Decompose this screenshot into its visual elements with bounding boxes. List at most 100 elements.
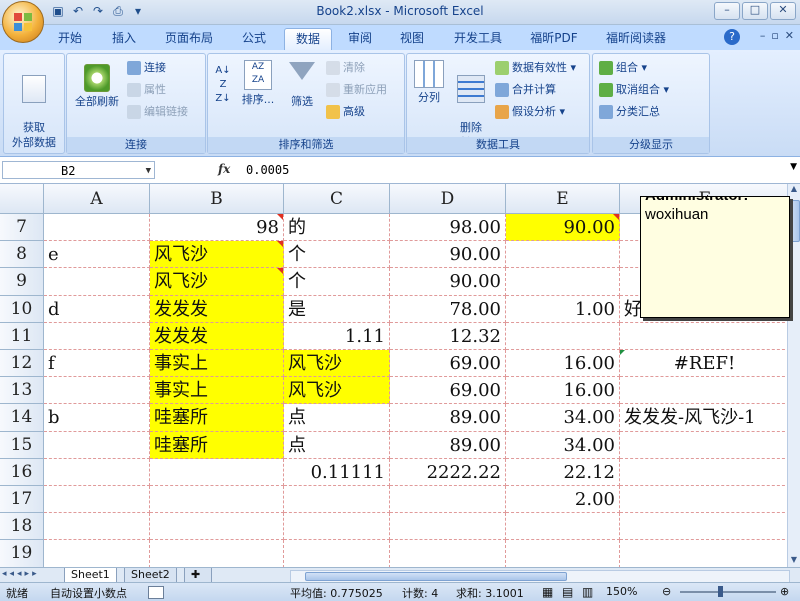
cell-a12[interactable]: f	[44, 350, 150, 378]
cell-e9[interactable]	[506, 268, 620, 296]
name-box[interactable]: B2 ▼	[2, 161, 155, 179]
cell-f11[interactable]	[620, 323, 788, 350]
cell-e10[interactable]: 1.00	[506, 295, 620, 323]
cell-b15[interactable]: 哇塞所	[150, 431, 284, 459]
row-header[interactable]: 18	[0, 513, 44, 541]
cell-a9[interactable]	[44, 268, 150, 296]
macro-record-icon[interactable]	[148, 586, 164, 599]
cell-d13[interactable]: 69.00	[390, 377, 506, 405]
cell-a14[interactable]: b	[44, 404, 150, 432]
cell-c7[interactable]: 的	[284, 214, 390, 242]
cell-a17[interactable]	[44, 486, 150, 514]
page-break-view-icon[interactable]: ▥	[582, 585, 593, 599]
cell-e12[interactable]: 16.00	[506, 350, 620, 378]
cell-e18[interactable]	[506, 513, 620, 541]
cell-d18[interactable]	[390, 513, 506, 541]
cell-a7[interactable]	[44, 214, 150, 242]
name-box-dropdown-icon[interactable]: ▼	[146, 162, 151, 180]
scroll-up-icon[interactable]: ▲	[788, 184, 800, 196]
cell-comment[interactable]: Administrator: woxihuan	[640, 196, 790, 318]
cell-e7[interactable]: 90.00	[506, 214, 620, 242]
cell-b8[interactable]: 风飞沙	[150, 241, 284, 269]
cell-c13[interactable]: 风飞沙	[284, 377, 390, 405]
cell-d10[interactable]: 78.00	[390, 295, 506, 323]
tab-home[interactable]: 开始	[52, 28, 88, 49]
cell-c19[interactable]	[284, 540, 390, 567]
advanced-filter-button[interactable]: 高级	[326, 104, 365, 120]
cell-c11[interactable]: 1.11	[284, 322, 390, 350]
cell-c15[interactable]: 点	[284, 431, 390, 459]
cell-c18[interactable]	[284, 513, 390, 541]
expand-formula-bar-icon[interactable]: ▼	[790, 162, 797, 172]
cell-c10[interactable]: 是	[284, 295, 390, 323]
scroll-down-icon[interactable]: ▼	[788, 555, 800, 567]
cell-d7[interactable]: 98.00	[390, 214, 506, 242]
reapply-button[interactable]: 重新应用	[326, 82, 387, 98]
data-validation-button[interactable]: 数据有效性 ▾	[495, 60, 576, 76]
row-header[interactable]: 16	[0, 458, 44, 486]
sort-az-button[interactable]: A↓ Z Z↓	[210, 64, 236, 110]
tab-developer[interactable]: 开发工具	[446, 28, 510, 49]
zoom-in-icon[interactable]: ⊕	[780, 585, 789, 598]
subtotal-button[interactable]: 分类汇总	[599, 104, 660, 120]
cell-f16[interactable]	[620, 459, 788, 486]
cell-a18[interactable]	[44, 513, 150, 541]
row-header[interactable]: 15	[0, 431, 44, 459]
edit-links-button[interactable]: 编辑链接	[127, 104, 188, 120]
zoom-level[interactable]: 150%	[606, 585, 637, 598]
cell-b12[interactable]: 事实上	[150, 350, 284, 378]
cell-d19[interactable]	[390, 540, 506, 567]
sheet-nav-arrows-icon[interactable]: ◂◂◂▸▸	[2, 569, 40, 579]
cell-e19[interactable]	[506, 540, 620, 567]
cell-c17[interactable]	[284, 486, 390, 514]
cell-a13[interactable]	[44, 377, 150, 405]
row-header[interactable]: 7	[0, 214, 44, 242]
row-header[interactable]: 8	[0, 241, 44, 269]
what-if-button[interactable]: 假设分析 ▾	[495, 104, 565, 120]
horizontal-scroll-thumb[interactable]	[305, 572, 567, 581]
cell-b7[interactable]: 98	[150, 214, 284, 242]
row-header[interactable]: 19	[0, 540, 44, 567]
sheet-tab-2[interactable]: Sheet2	[124, 568, 177, 583]
cell-e11[interactable]	[506, 322, 620, 350]
tab-review[interactable]: 审阅	[340, 28, 380, 49]
minimize-button[interactable]: –	[714, 2, 740, 20]
cell-a10[interactable]: d	[44, 295, 150, 323]
cell-b14[interactable]: 哇塞所	[150, 404, 284, 432]
tab-page-layout[interactable]: 页面布局	[156, 28, 222, 49]
tab-data[interactable]: 数据	[284, 28, 332, 50]
normal-view-icon[interactable]: ▦	[542, 585, 553, 599]
tab-formulas[interactable]: 公式	[232, 28, 276, 49]
select-all-corner[interactable]	[0, 184, 44, 214]
workbook-restore-button[interactable]: ▫	[771, 29, 778, 42]
column-header-d[interactable]: D	[390, 184, 506, 214]
cell-e14[interactable]: 34.00	[506, 404, 620, 432]
cell-a16[interactable]	[44, 458, 150, 486]
group-rows-button[interactable]: 组合 ▾	[599, 60, 647, 76]
cell-d14[interactable]: 89.00	[390, 404, 506, 432]
cell-d12[interactable]: 69.00	[390, 350, 506, 378]
cell-f19[interactable]	[620, 540, 788, 567]
zoom-out-icon[interactable]: ⊖	[662, 585, 671, 598]
cell-c9[interactable]: 个	[284, 268, 390, 296]
cell-b19[interactable]	[150, 540, 284, 567]
cell-b17[interactable]	[150, 486, 284, 514]
cell-c12[interactable]: 风飞沙	[284, 350, 390, 378]
maximize-button[interactable]: □	[742, 2, 768, 20]
column-header-e[interactable]: E	[506, 184, 620, 214]
cell-f15[interactable]	[620, 432, 788, 459]
cell-b11[interactable]: 发发发	[150, 322, 284, 350]
cell-f18[interactable]	[620, 513, 788, 541]
text-to-columns-button[interactable]: 分列	[409, 60, 449, 105]
cell-e8[interactable]	[506, 241, 620, 269]
page-layout-view-icon[interactable]: ▤	[562, 585, 573, 599]
cell-d16[interactable]: 2222.22	[390, 458, 506, 486]
column-header-c[interactable]: C	[284, 184, 390, 214]
workbook-minimize-button[interactable]: –	[760, 29, 766, 42]
cell-f14[interactable]: 发发发-风飞沙-1	[620, 404, 788, 432]
close-button[interactable]: ✕	[770, 2, 796, 20]
filter-button[interactable]: 筛选	[282, 62, 322, 109]
sheet-tab-1[interactable]: Sheet1	[64, 568, 117, 583]
connections-button[interactable]: 连接	[127, 60, 166, 76]
formula-input[interactable]: 0.0005	[246, 161, 289, 179]
